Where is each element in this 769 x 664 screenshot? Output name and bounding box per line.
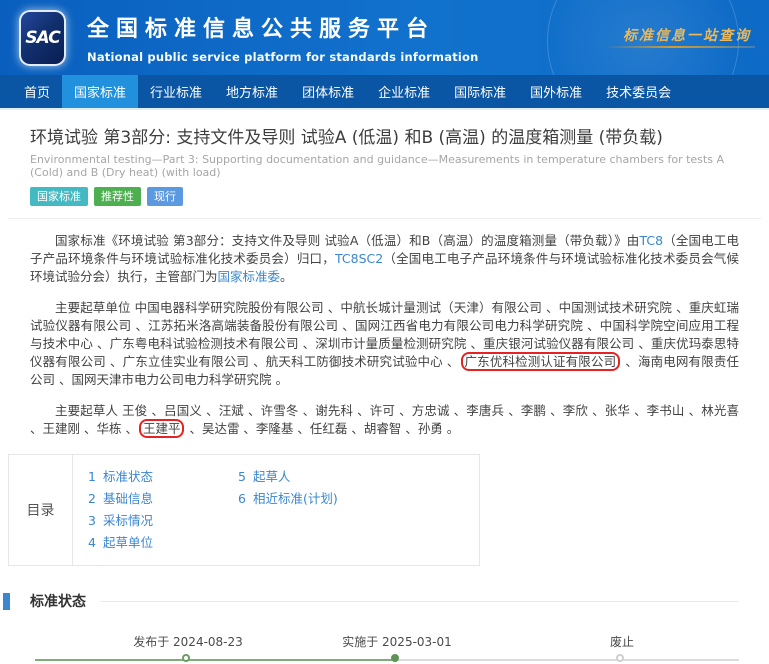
inline-link[interactable]: TC8SC2 [335, 251, 383, 266]
toc-item[interactable]: 3采标情况 [88, 510, 238, 532]
nav-tab[interactable]: 国家标准 [62, 75, 138, 108]
status-badge: 推荐性 [94, 187, 141, 206]
toc-column-2: 5起草人6相近标准(计划) [238, 466, 338, 554]
section-accent-bar [3, 593, 10, 610]
nav-tab[interactable]: 国际标准 [442, 75, 518, 108]
status-section-title: 标准状态 [30, 591, 86, 611]
slogan-calligraphy: 标准信息一站查询 [623, 25, 751, 45]
nav-tab[interactable]: 团体标准 [290, 75, 366, 108]
timeline-milestone-label: 发布于 2024-08-23 [133, 633, 243, 650]
nav-tab[interactable]: 地方标准 [214, 75, 290, 108]
nav-tab[interactable]: 行业标准 [138, 75, 214, 108]
timeline-milestone-node [616, 654, 624, 662]
section-rule [100, 601, 739, 602]
status-badge: 现行 [147, 187, 183, 206]
sac-logo-text: SAC [25, 28, 59, 48]
red-highlight-annotation: 王建平 [139, 419, 185, 438]
standard-title-en: Environmental testing—Part 3: Supporting… [30, 153, 739, 179]
status-timeline: 发布于 2024-08-23 实施于 2025-03-01 废止 [30, 619, 739, 664]
main-nav: 首页国家标准行业标准地方标准团体标准企业标准国际标准国外标准技术委员会 [0, 75, 769, 108]
status-section-header: 标准状态 [3, 591, 739, 611]
platform-titles: 全国标准信息公共服务平台 National public service pla… [87, 11, 479, 64]
toc-item[interactable]: 6相近标准(计划) [238, 488, 338, 510]
red-highlight-annotation: 广东优科检测认证有限公司 [461, 352, 621, 371]
standard-badges: 国家标准推荐性现行 [30, 187, 739, 206]
timeline-line-inactive [397, 659, 739, 661]
app-header: SAC 全国标准信息公共服务平台 National public service… [0, 0, 769, 75]
toc-label: 目录 [9, 455, 73, 565]
timeline-milestone-label: 废止 [610, 633, 634, 650]
nav-tab[interactable]: 技术委员会 [594, 75, 683, 108]
nav-tab[interactable]: 企业标准 [366, 75, 442, 108]
inline-link[interactable]: TC8 [639, 233, 663, 248]
toc-item[interactable]: 4起草单位 [88, 532, 238, 554]
slogan-underline [605, 46, 755, 48]
divider [8, 218, 761, 219]
table-of-contents: 目录 1标准状态2基础信息3采标情况4起草单位 5起草人6相近标准(计划) [8, 454, 480, 566]
toc-column-1: 1标准状态2基础信息3采标情况4起草单位 [88, 466, 238, 554]
toc-item[interactable]: 1标准状态 [88, 466, 238, 488]
standard-detail: 环境试验 第3部分: 支持文件及导则 试验A (低温) 和B (高温) 的温度箱… [0, 123, 769, 664]
toc-item[interactable]: 5起草人 [238, 466, 338, 488]
sac-logo: SAC [19, 10, 66, 66]
platform-title: 全国标准信息公共服务平台 [87, 11, 479, 43]
nav-tab[interactable]: 国外标准 [518, 75, 594, 108]
toc-body: 1标准状态2基础信息3采标情况4起草单位 5起草人6相近标准(计划) [73, 455, 338, 565]
timeline-milestone-node [391, 654, 399, 662]
paragraph-text: 国家标准《环境试验 第3部分：支持文件及导则 试验A（低温）和B（高温）的温度箱… [55, 233, 639, 248]
paragraph-governance: 国家标准《环境试验 第3部分：支持文件及导则 试验A（低温）和B（高温）的温度箱… [30, 232, 739, 286]
timeline-line-active [35, 659, 397, 661]
paragraph-text: 、吴达雷 、李隆基 、任红磊 、胡睿智 、孙勇 。 [185, 421, 459, 436]
standard-title-cn: 环境试验 第3部分: 支持文件及导则 试验A (低温) 和B (高温) 的温度箱… [30, 123, 739, 148]
status-badge: 国家标准 [30, 187, 88, 206]
toc-item[interactable]: 2基础信息 [88, 488, 238, 510]
platform-subtitle: National public service platform for sta… [87, 50, 479, 64]
timeline-milestone-label: 实施于 2025-03-01 [342, 633, 452, 650]
inline-link[interactable]: 国家标准委 [218, 269, 281, 284]
paragraph-drafting-organizations: 主要起草单位 中国电器科学研究院股份有限公司 、中航长城计量测试（天津）有限公司… [30, 299, 739, 389]
paragraph-text: 。 [280, 269, 293, 284]
nav-tab[interactable]: 首页 [12, 75, 62, 108]
nav-underline [0, 108, 769, 110]
paragraph-drafters: 主要起草人 王俊 、吕国义 、汪斌 、许雪冬 、谢先科 、许可 、方忠诚 、李唐… [30, 402, 739, 438]
timeline-milestone-node [182, 654, 190, 662]
